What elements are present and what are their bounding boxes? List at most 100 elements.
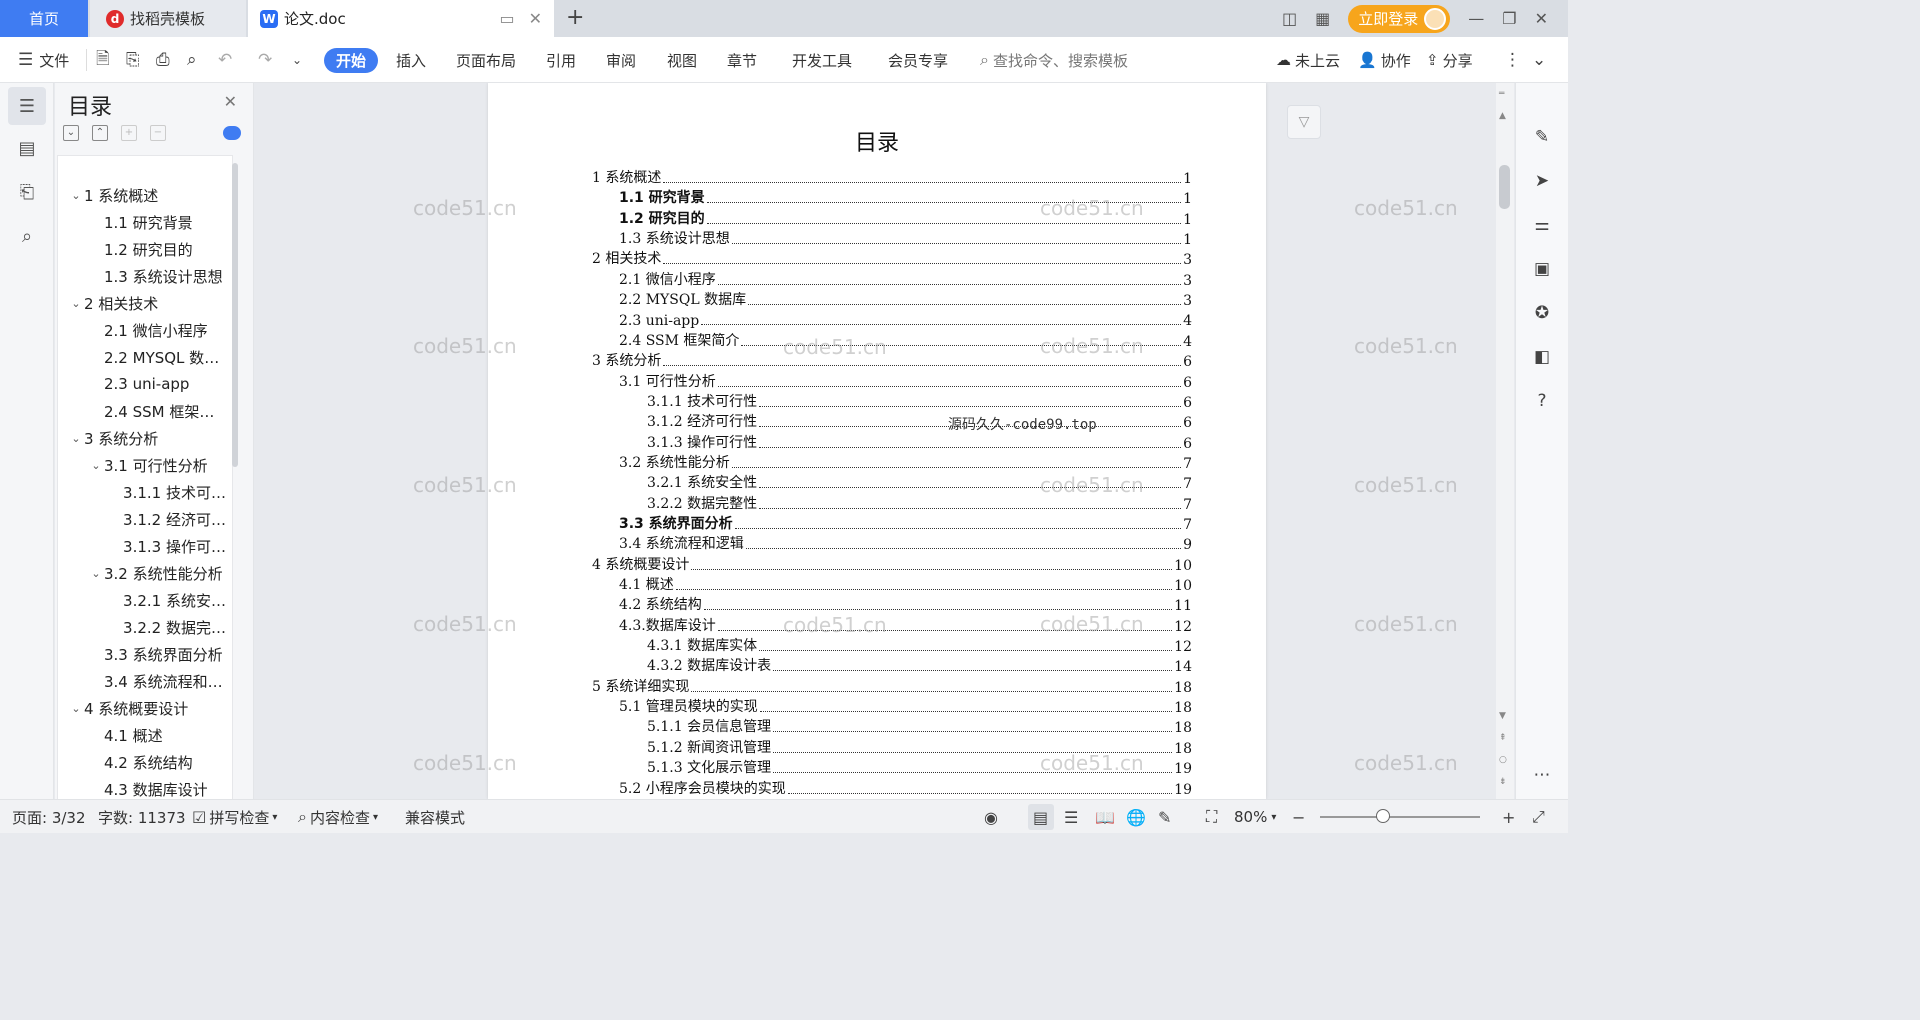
toc-entry[interactable]: 4 系统概要设计 10 [592,554,1192,574]
find-icon[interactable]: ⌕ [8,217,46,255]
print-preview-icon[interactable]: ⌕ [187,37,197,83]
toc-tree-item[interactable]: 1.2 研究目的 [58,236,232,262]
select-object-icon[interactable]: ○ [1499,755,1507,765]
login-button[interactable]: 立即登录 [1348,4,1451,33]
toc-entry[interactable]: 3.2 系统性能分析 7 [619,452,1192,472]
toc-entry[interactable]: 3.1.1 技术可行性 6 [647,391,1192,411]
toc-entry[interactable]: 3.1 可行性分析 6 [619,371,1192,391]
pen-icon[interactable]: ✎ [1530,125,1554,149]
chevron-down-icon[interactable]: ⌄ [88,567,104,580]
toc-tree-item[interactable]: 2.4 SSM 框架简介 [58,398,232,424]
content-check-button[interactable]: ⌕ 内容检查 ▾ [298,800,378,834]
toc-entry[interactable]: 1.3 系统设计思想 1 [619,228,1192,248]
tab-document[interactable]: W 论文.doc ▭ ✕ [248,0,554,37]
file-menu[interactable]: ☰ 文件 [18,37,69,83]
undo-icon[interactable]: ↶ [218,37,232,83]
toc-tree-item[interactable]: 3.4 系统流程和逻辑 [58,668,232,694]
collapse-ribbon-icon[interactable]: ⌄ [1532,37,1546,83]
menu-chapter[interactable]: 章节 [727,37,757,83]
toc-entry[interactable]: 5 系统详细实现 18 [592,676,1192,696]
toc-entry[interactable]: 4.2 系统结构 11 [619,594,1192,614]
toc-tree-item[interactable]: 4.2 系统结构 [58,749,232,775]
toc-tree-item[interactable]: 3.3 系统界面分析 [58,641,232,667]
page-view-icon[interactable]: ▤ [1033,800,1048,834]
toc-entry[interactable]: 2 相关技术 3 [592,248,1192,268]
toc-tree-item[interactable]: 2.2 MYSQL 数据库 [58,344,232,370]
chevron-down-icon[interactable]: ⌄ [68,432,84,445]
toc-tree-item[interactable]: 2.1 微信小程序 [58,317,232,343]
toc-entry[interactable]: 1.2 研究目的 1 [619,208,1192,228]
monitor-icon[interactable]: ▭ [499,9,514,28]
toc-tree-item[interactable]: ⌄ 2 相关技术 [58,290,232,316]
toc-tree-item[interactable]: 3.2.2 数据完整性 [58,614,232,640]
close-tab-icon[interactable]: ✕ [529,9,542,28]
toc-tree-item[interactable]: 2.3 uni-app [58,371,232,397]
toc-tree-item[interactable]: 3.2.1 系统安全性 [58,587,232,613]
new-tab-icon[interactable]: + [566,5,584,30]
select-cursor-icon[interactable]: ➤ [1530,169,1554,193]
toc-scrollbar[interactable] [232,163,238,467]
command-search[interactable]: ⌕ 查找命令、搜索模板 [980,37,1128,83]
menu-view[interactable]: 视图 [667,37,697,83]
minimize-icon[interactable]: — [1468,9,1484,28]
close-window-icon[interactable]: ✕ [1535,9,1548,28]
share-button[interactable]: ⇪ 分享 [1426,37,1473,83]
ai-assistant-icon[interactable]: ✪ [1530,301,1554,325]
zoom-level[interactable]: 80% ▾ [1234,800,1276,834]
zoom-in-icon[interactable]: + [1502,800,1515,834]
spell-check-button[interactable]: ☑ 拼写检查 ▾ [192,800,277,834]
menu-page-layout[interactable]: 页面布局 [456,37,516,83]
apps-grid-icon[interactable]: ▦ [1315,9,1330,28]
toc-entry[interactable]: 4.3.1 数据库实体 12 [647,635,1192,655]
scroll-up-icon[interactable]: ▲ [1499,111,1506,121]
toc-tree-item[interactable]: ⌄ 3 系统分析 [58,425,232,451]
help-icon[interactable]: ? [1530,389,1554,413]
chevron-down-icon[interactable]: ⌄ [68,297,84,310]
book-search-icon[interactable]: ◧ [1530,345,1554,369]
chevron-down-icon[interactable]: ⌄ [292,37,302,83]
toc-tree-item[interactable]: ⌄ 3.1 可行性分析 [58,452,232,478]
toc-entry[interactable]: 4.3.数据库设计 12 [619,615,1192,635]
tab-template[interactable]: d 找稻壳模板 [90,0,246,37]
zoom-slider-knob[interactable] [1376,809,1390,823]
toc-tree-item[interactable]: ⌄ 1 系统概述 [58,182,232,208]
fit-page-icon[interactable]: ⛶ [1206,800,1217,834]
toc-entry[interactable]: 2.1 微信小程序 3 [619,269,1192,289]
more-vertical-icon[interactable]: ⋮ [1504,37,1521,83]
toc-entry[interactable]: 5.1 管理员模块的实现 18 [619,696,1192,716]
toc-entry[interactable]: 3.2.1 系统安全性 7 [647,472,1192,492]
toc-entry[interactable]: 3.4 系统流程和逻辑 9 [619,533,1192,553]
outline-nav-icon[interactable]: ▤ [8,129,46,167]
save-icon[interactable]: 🗎 [96,37,110,83]
export-pdf-icon[interactable]: ⎘ [126,37,140,83]
toc-sync-toggle[interactable] [223,126,241,140]
toc-entry[interactable]: 3 系统分析 6 [592,350,1192,370]
restore-icon[interactable]: ❐ [1502,9,1516,28]
web-view-icon[interactable]: 🌐 [1126,800,1146,834]
print-icon[interactable]: ⎙ [156,37,170,83]
menu-references[interactable]: 引用 [546,37,576,83]
menu-member[interactable]: 会员专享 [888,37,948,83]
adjust-icon[interactable]: ⚌ [1530,213,1554,237]
page-indicator[interactable]: 页面: 3/32 [12,800,86,834]
toc-entry[interactable]: 3.3 系统界面分析 7 [619,513,1192,533]
scroll-down-icon[interactable]: ▼ [1499,711,1506,721]
toc-entry[interactable]: 3.2.2 数据完整性 7 [647,493,1192,513]
word-count[interactable]: 字数: 11373 [98,800,186,834]
toc-tree-item[interactable]: 3.1.1 技术可行性 [58,479,232,505]
toc-tree-item[interactable]: 3.1.2 经济可行性 [58,506,232,532]
redo-icon[interactable]: ↷ [258,37,272,83]
toc-entry[interactable]: 2.2 MYSQL 数据库 3 [619,289,1192,309]
collapse-all-icon[interactable]: ⌃ [92,125,108,141]
toc-entry[interactable]: 4.1 概述 10 [619,574,1192,594]
close-icon[interactable]: ✕ [224,92,237,111]
toc-entry[interactable]: 1.1 研究背景 1 [619,187,1192,207]
toc-entry[interactable]: 2.4 SSM 框架简介 4 [619,330,1192,350]
toc-entry[interactable]: 2.3 uni-app 4 [619,309,1192,329]
fullscreen-icon[interactable]: ⤢ [1532,800,1545,834]
toc-tree-item[interactable]: 1.3 系统设计思想 [58,263,232,289]
chevron-down-icon[interactable]: ⌄ [68,702,84,715]
toc-tree-item[interactable]: ⌄ 3.2 系统性能分析 [58,560,232,586]
next-page-icon[interactable]: ⇟ [1499,777,1507,787]
collab-button[interactable]: 👤 协作 [1358,37,1411,83]
